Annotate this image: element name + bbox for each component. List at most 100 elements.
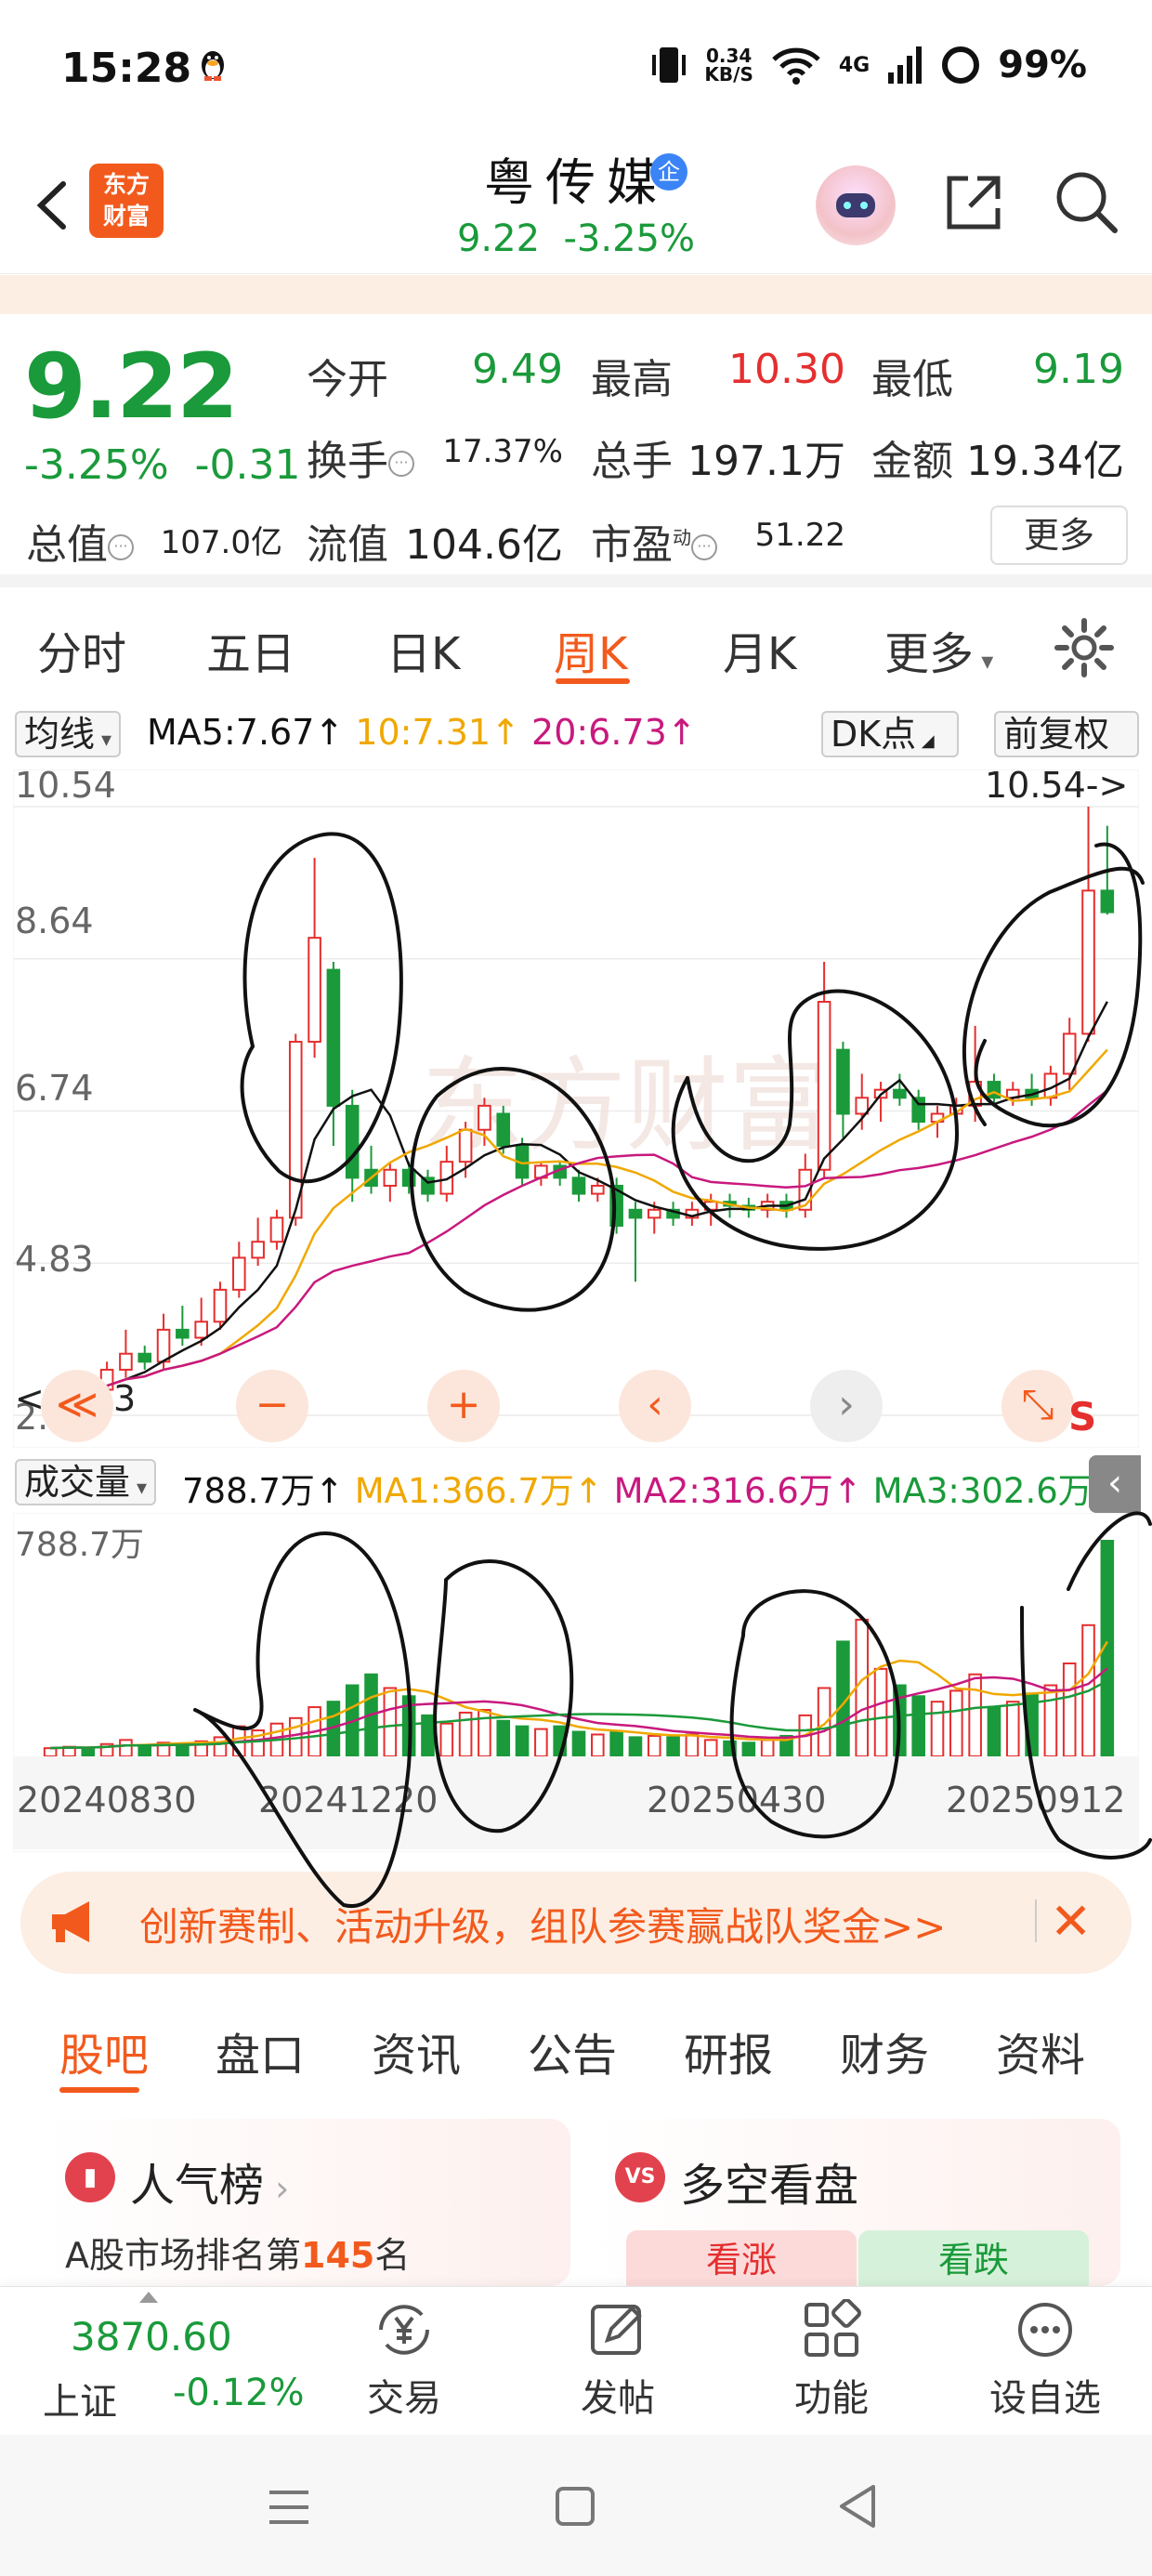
megaphone-icon bbox=[52, 1901, 89, 1942]
volume-bar bbox=[930, 1701, 945, 1757]
candle bbox=[571, 1176, 586, 1195]
volume-bar bbox=[496, 1719, 511, 1757]
ai-robot-icon[interactable] bbox=[816, 165, 896, 245]
tab-intraday[interactable]: 分时 bbox=[37, 617, 126, 682]
volume-bar bbox=[628, 1736, 643, 1757]
volume-ma-values: 788.7万↑ MA1:366.7万↑ MA2:316.6万↑ MA3:302.… bbox=[182, 1471, 1121, 1511]
popularity-title[interactable]: 人气榜 › bbox=[130, 2149, 289, 2214]
status-time: 15:28 bbox=[61, 45, 192, 92]
back-nav-icon[interactable] bbox=[836, 2483, 879, 2530]
yuan-trade-icon bbox=[379, 2305, 429, 2355]
volume-bar bbox=[383, 1687, 398, 1757]
pe-label: 市盈动 ··· bbox=[591, 511, 717, 571]
gear-icon[interactable] bbox=[1052, 615, 1117, 680]
functions-button[interactable]: 功能 bbox=[762, 2299, 901, 2422]
index-expand-icon[interactable] bbox=[139, 2292, 158, 2303]
tab-five-day[interactable]: 五日 bbox=[206, 617, 295, 682]
volume-bar bbox=[439, 1722, 454, 1757]
y-axis-label-3: 6.74 bbox=[15, 1068, 94, 1109]
volume-bar bbox=[119, 1739, 133, 1758]
eastmoney-logo: 东方 财富 bbox=[89, 164, 164, 238]
volume-bar bbox=[760, 1739, 775, 1758]
open-value: 9.49 bbox=[472, 346, 563, 393]
float-cap-label: 流值 bbox=[307, 521, 388, 569]
volume-bar bbox=[987, 1706, 1001, 1757]
volume-bar bbox=[666, 1736, 680, 1757]
volume-bar bbox=[81, 1747, 96, 1758]
volume-selector[interactable]: 成交量 ▾ bbox=[15, 1459, 157, 1505]
tab-orderbook[interactable]: 盘口 bbox=[216, 2018, 305, 2083]
high-value: 10.30 bbox=[728, 346, 845, 393]
close-icon[interactable]: ✕ bbox=[1050, 1892, 1092, 1951]
tab-news[interactable]: 资讯 bbox=[372, 2018, 461, 2083]
tab-profile[interactable]: 资料 bbox=[996, 2018, 1085, 2083]
volume-bar bbox=[911, 1695, 925, 1758]
volume-bar bbox=[571, 1730, 586, 1758]
search-icon[interactable] bbox=[1050, 165, 1124, 240]
home-icon[interactable] bbox=[554, 2485, 596, 2528]
volume-bar bbox=[609, 1730, 623, 1758]
recent-apps-icon[interactable] bbox=[266, 2487, 312, 2528]
share-icon[interactable] bbox=[938, 167, 1009, 238]
collapse-panel-button[interactable]: ‹ bbox=[1089, 1455, 1141, 1513]
volume-bar bbox=[685, 1733, 700, 1757]
vibrate-icon bbox=[652, 47, 687, 83]
market-cap-label: 总值 ··· bbox=[26, 511, 134, 571]
more-quote-button[interactable]: 更多 bbox=[990, 506, 1128, 565]
amount-label: 金额 bbox=[871, 438, 953, 485]
add-watchlist-button[interactable]: 设自选 bbox=[975, 2299, 1115, 2422]
promo-text[interactable]: 创新赛制、活动升级，组队参赛赢战队奖金>> bbox=[139, 1896, 946, 1952]
info-dot-icon: ··· bbox=[691, 534, 717, 560]
candle bbox=[326, 968, 341, 1107]
zoom-in-button[interactable]: + bbox=[427, 1370, 500, 1442]
candle bbox=[703, 1201, 718, 1211]
volume-bar bbox=[553, 1725, 567, 1758]
tab-monthly-k[interactable]: 月K bbox=[723, 617, 796, 682]
tab-guba[interactable]: 股吧 bbox=[59, 2018, 149, 2083]
volume-bar bbox=[647, 1734, 661, 1758]
volume-bar bbox=[741, 1741, 756, 1757]
index-name[interactable]: 上证 bbox=[43, 2372, 117, 2425]
open-label: 今开 bbox=[307, 356, 388, 403]
candle bbox=[893, 1088, 907, 1099]
candle bbox=[194, 1321, 208, 1339]
volume-chart[interactable]: 788.7万 20240830 20241220 20250430 202509… bbox=[13, 1513, 1139, 1852]
volume-bar bbox=[723, 1740, 737, 1757]
candle bbox=[119, 1352, 133, 1371]
back-arrow-icon[interactable] bbox=[26, 164, 82, 247]
candlestick-chart[interactable]: 东方财富 10.54 8.64 6.74 4.83 2.93 10.54-> <… bbox=[13, 769, 1139, 1448]
tab-finance[interactable]: 财务 bbox=[840, 2018, 929, 2083]
s-marker: S bbox=[1068, 1394, 1097, 1439]
zoom-out-button[interactable]: − bbox=[236, 1370, 308, 1442]
candle bbox=[308, 937, 321, 1044]
bar-chart-icon: ▮ bbox=[65, 2152, 115, 2202]
tab-announcements[interactable]: 公告 bbox=[528, 2018, 617, 2083]
scroll-left-button[interactable]: ‹ bbox=[619, 1370, 691, 1442]
x-axis-date-1: 20240830 bbox=[17, 1780, 196, 1820]
promo-divider bbox=[1035, 1899, 1037, 1942]
tab-daily-k[interactable]: 日K bbox=[386, 617, 460, 682]
high-label: 最高 bbox=[591, 356, 673, 403]
post-button[interactable]: 发帖 bbox=[548, 2299, 687, 2422]
ma-selector[interactable]: 均线 ▾ bbox=[15, 711, 122, 757]
adjust-button[interactable]: 前复权 bbox=[994, 711, 1139, 757]
volume-bar bbox=[213, 1736, 228, 1757]
volume-bar bbox=[1062, 1662, 1077, 1757]
info-dot-icon: ··· bbox=[388, 451, 414, 477]
amount-value: 19.34亿 bbox=[966, 438, 1124, 485]
scroll-right-button[interactable]: › bbox=[810, 1370, 883, 1442]
enterprise-badge: 企 bbox=[650, 153, 687, 191]
tab-research[interactable]: 研报 bbox=[684, 2018, 773, 2083]
volume-bar bbox=[855, 1618, 870, 1757]
turnover-label: 换手 ··· bbox=[307, 427, 414, 487]
tab-weekly-k[interactable]: 周K bbox=[554, 617, 627, 682]
y-axis-label-2: 8.64 bbox=[15, 900, 94, 941]
dk-point-button[interactable]: DK点 ◢ bbox=[821, 711, 959, 757]
scroll-start-button[interactable]: ≪ bbox=[41, 1370, 113, 1442]
max-price-marker: 10.54-> bbox=[985, 769, 1128, 806]
tab-more[interactable]: 更多 ▾ bbox=[884, 617, 993, 682]
index-value[interactable]: 3870.60 bbox=[71, 2314, 232, 2359]
fullscreen-icon[interactable]: ⤡ bbox=[1001, 1370, 1074, 1442]
trade-button[interactable]: 交易 bbox=[334, 2299, 474, 2422]
net-speed: 0.34 KB/S bbox=[704, 45, 753, 85]
